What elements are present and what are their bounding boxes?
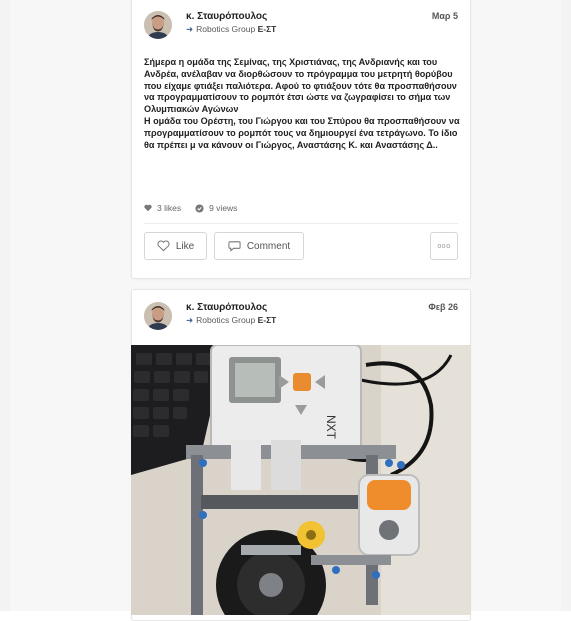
post-paragraph: Σήμερα η ομάδα της Σεμίνας, της Χριστιάν… — [144, 57, 457, 115]
speech-bubble-icon — [228, 241, 241, 252]
eye-check-icon — [195, 203, 204, 213]
post-paragraph: Η ομάδα του Ορέστη, του Γιώργου και του … — [144, 115, 460, 150]
arrow-right-icon: ➜ — [186, 315, 194, 325]
feed-column: κ. Σταυρόπουλος ➜ Robotics Group Ε-ΣΤ Μαρ… — [10, 0, 561, 621]
like-button[interactable]: Like — [144, 232, 207, 260]
comment-button[interactable]: Comment — [214, 232, 304, 260]
post-header: κ. Σταυρόπουλος ➜ Robotics Group Ε-ΣΤ Φεβ… — [144, 302, 458, 342]
avatar-portrait-icon — [144, 11, 172, 39]
brick-label: NXT — [324, 415, 338, 440]
author-name[interactable]: κ. Σταυρόπουλος — [186, 302, 267, 313]
post-date[interactable]: Μαρ 5 — [432, 11, 458, 21]
group-suffix: Ε-ΣΤ — [257, 24, 277, 34]
likes-count[interactable]: 3 likes — [144, 203, 181, 213]
comment-button-label: Comment — [246, 240, 291, 252]
views-count: 9 views — [195, 203, 237, 213]
post-stats: 3 likes 9 views — [144, 203, 251, 213]
feed-background: κ. Σταυρόπουλος ➜ Robotics Group Ε-ΣΤ Μαρ… — [0, 0, 571, 621]
robot-photo-image: NXT — [131, 345, 471, 615]
post-body: Σήμερα η ομάδα της Σεμίνας, της Χριστιάν… — [144, 57, 462, 151]
post-header: κ. Σταυρόπουλος ➜ Robotics Group Ε-ΣΤ Μαρ… — [144, 11, 458, 51]
avatar-portrait-icon — [144, 302, 172, 330]
more-dots-icon: ooo — [437, 242, 451, 250]
avatar[interactable] — [144, 302, 172, 330]
post-card: κ. Σταυρόπουλος ➜ Robotics Group Ε-ΣΤ Μαρ… — [131, 0, 471, 279]
post-date[interactable]: Φεβ 26 — [428, 302, 458, 312]
group-name: Robotics Group — [196, 315, 256, 325]
heart-outline-icon — [157, 240, 170, 252]
author-name[interactable]: κ. Σταυρόπουλος — [186, 11, 267, 22]
arrow-right-icon: ➜ — [186, 24, 194, 34]
avatar[interactable] — [144, 11, 172, 39]
more-options-button[interactable]: ooo — [430, 232, 458, 260]
heart-icon — [144, 204, 152, 212]
divider — [144, 223, 458, 224]
group-link[interactable]: ➜ Robotics Group Ε-ΣΤ — [186, 315, 276, 326]
post-actions: Like Comment ooo — [144, 232, 458, 262]
likes-label: 3 likes — [157, 203, 182, 213]
group-name: Robotics Group — [196, 24, 256, 34]
post-photo[interactable]: NXT — [131, 345, 471, 615]
post-card: κ. Σταυρόπουλος ➜ Robotics Group Ε-ΣΤ Φεβ… — [131, 289, 471, 621]
views-label: 9 views — [209, 203, 238, 213]
group-suffix: Ε-ΣΤ — [257, 315, 277, 325]
like-button-label: Like — [175, 240, 195, 252]
group-link[interactable]: ➜ Robotics Group Ε-ΣΤ — [186, 24, 276, 35]
